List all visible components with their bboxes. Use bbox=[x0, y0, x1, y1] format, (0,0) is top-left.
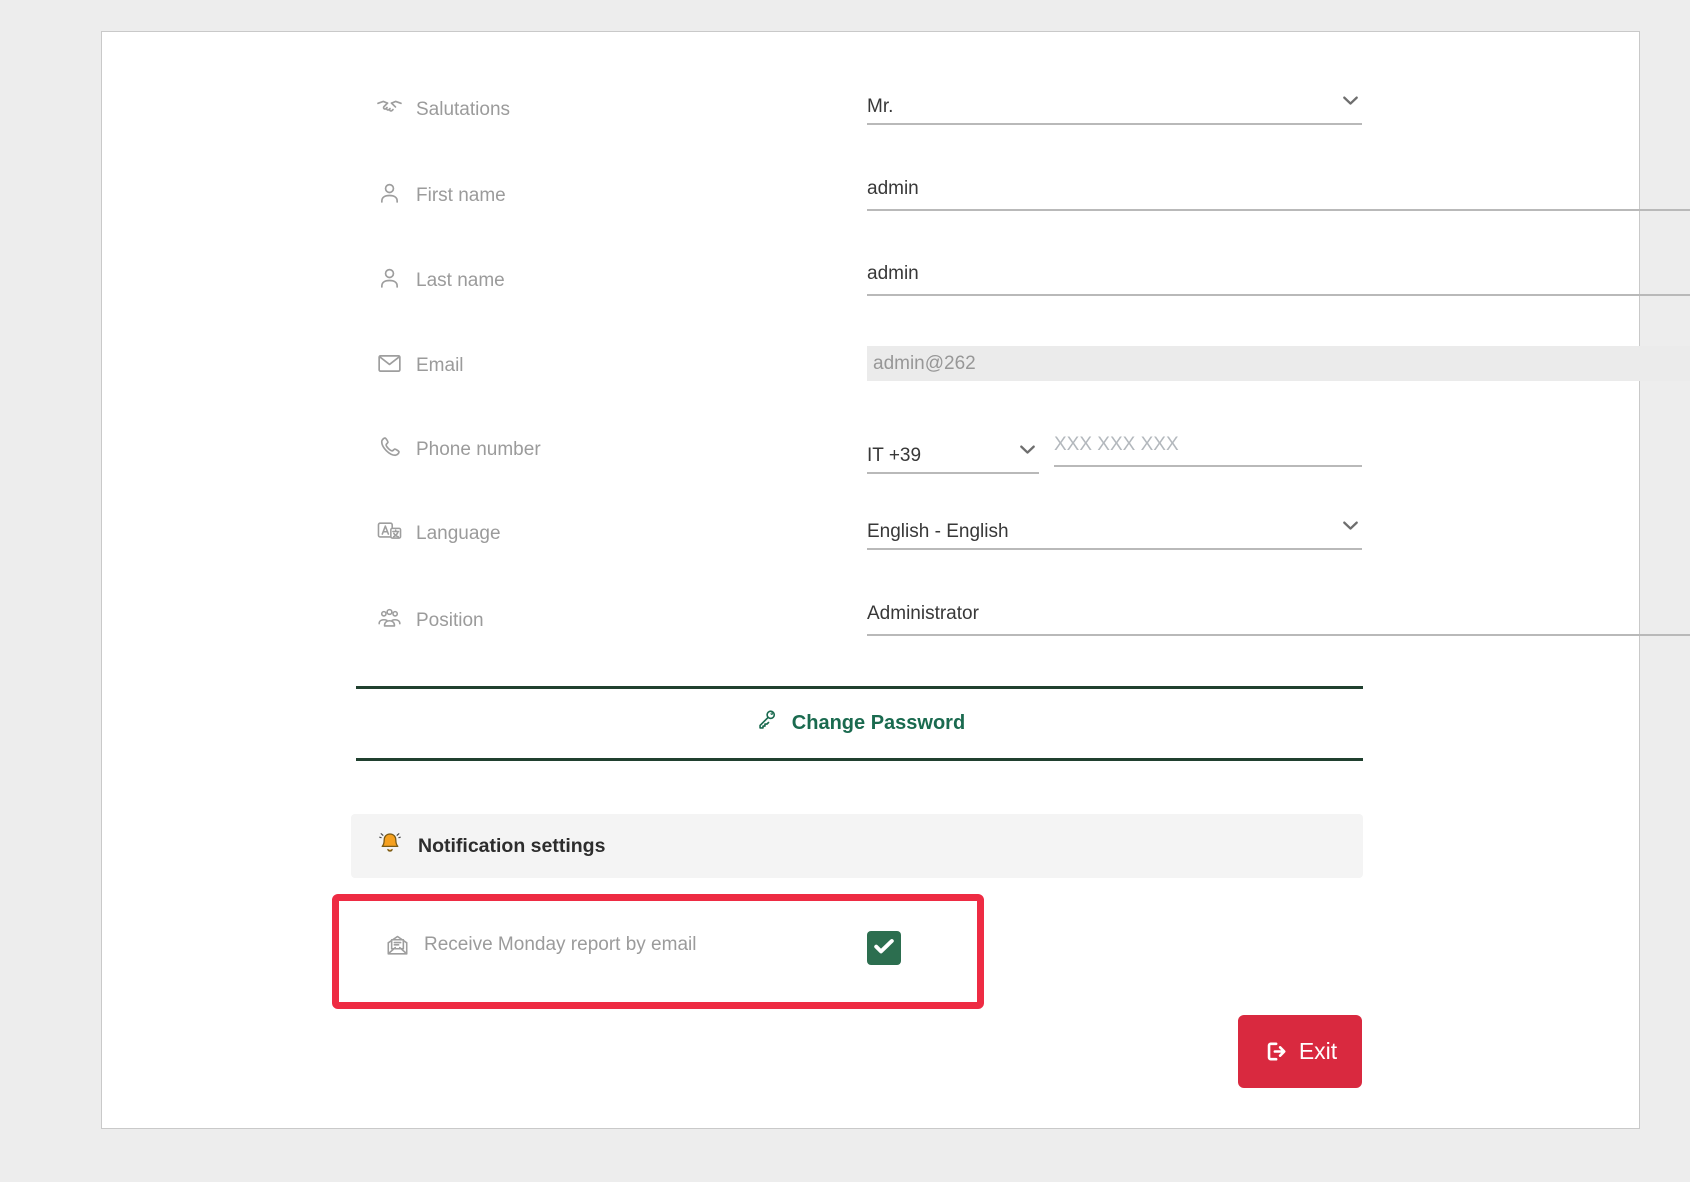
email-input[interactable] bbox=[867, 346, 1690, 381]
exit-button[interactable]: Exit bbox=[1238, 1015, 1362, 1088]
notification-settings-title: Notification settings bbox=[418, 835, 605, 858]
language-label-group: Language bbox=[376, 511, 501, 549]
monday-report-label-group: Receive Monday report by email bbox=[384, 926, 696, 964]
phone-field-group: IT +39 bbox=[867, 429, 1362, 467]
chevron-down-icon bbox=[1339, 89, 1362, 118]
salutations-select-value: Mr. bbox=[867, 96, 893, 118]
handshake-icon bbox=[376, 94, 403, 121]
logout-icon bbox=[1263, 1039, 1288, 1064]
team-icon bbox=[376, 605, 403, 632]
field-label: Position bbox=[416, 610, 484, 632]
notification-settings-header: Notification settings bbox=[351, 814, 1363, 878]
field-label: Salutations bbox=[416, 99, 510, 121]
page-background: Salutations Mr. First name bbox=[0, 0, 1690, 1182]
change-password-label: Change Password bbox=[792, 712, 965, 735]
monday-report-label: Receive Monday report by email bbox=[424, 934, 696, 956]
salutations-select[interactable]: Mr. bbox=[867, 87, 1362, 125]
field-label: Email bbox=[416, 355, 464, 377]
exit-button-label: Exit bbox=[1299, 1038, 1337, 1065]
last-name-input[interactable] bbox=[867, 258, 1690, 296]
user-icon bbox=[376, 265, 403, 292]
divider-line bbox=[356, 758, 1363, 761]
bell-icon bbox=[376, 830, 404, 863]
country-code-select[interactable]: IT +39 bbox=[867, 429, 1039, 474]
monday-report-checkbox[interactable] bbox=[867, 931, 901, 965]
position-label-group: Position bbox=[376, 598, 484, 636]
language-icon bbox=[376, 518, 403, 545]
phone-icon bbox=[376, 434, 403, 461]
divider-line bbox=[356, 686, 1363, 689]
open-mail-icon bbox=[384, 932, 411, 959]
chevron-down-icon bbox=[1016, 438, 1039, 467]
country-code-value: IT +39 bbox=[867, 445, 921, 467]
position-input[interactable] bbox=[867, 598, 1690, 636]
field-label: Language bbox=[416, 523, 501, 545]
field-label: Phone number bbox=[416, 439, 541, 461]
email-label-group: Email bbox=[376, 343, 464, 381]
key-icon bbox=[754, 707, 780, 739]
field-label: First name bbox=[416, 185, 506, 207]
first-name-input[interactable] bbox=[867, 173, 1690, 211]
language-select-value: English - English bbox=[867, 521, 1009, 543]
phone-number-input[interactable] bbox=[1054, 429, 1362, 467]
field-label: Last name bbox=[416, 270, 505, 292]
profile-card: Salutations Mr. First name bbox=[101, 31, 1640, 1129]
phone-label-group: Phone number bbox=[376, 427, 541, 465]
user-icon bbox=[376, 180, 403, 207]
first-name-label-group: First name bbox=[376, 173, 506, 211]
change-password-button[interactable]: Change Password bbox=[356, 704, 1363, 742]
chevron-down-icon bbox=[1339, 514, 1362, 543]
salutations-label-group: Salutations bbox=[376, 87, 510, 125]
last-name-label-group: Last name bbox=[376, 258, 505, 296]
check-icon bbox=[871, 933, 897, 964]
mail-icon bbox=[376, 350, 403, 377]
language-select[interactable]: English - English bbox=[867, 512, 1362, 550]
